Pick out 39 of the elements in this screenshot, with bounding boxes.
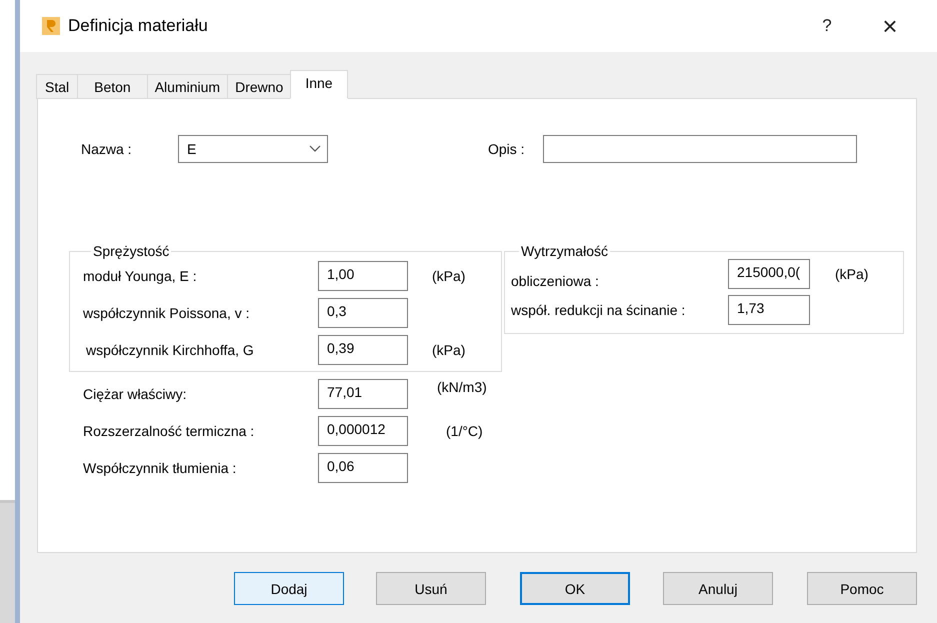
value-field[interactable]: 215000,0(	[728, 259, 810, 289]
chevron-down-icon	[309, 145, 321, 153]
field-label: współ. redukcji na ścinanie :	[511, 302, 686, 318]
unit-label: (kPa)	[432, 268, 466, 284]
dialog-button[interactable]: Pomoc	[807, 572, 917, 605]
field-label: moduł Younga, E :	[83, 268, 198, 284]
value-field[interactable]: 77,01	[318, 379, 408, 409]
value-field[interactable]: 1,00	[318, 261, 408, 291]
field-label: współczynnik Kirchhoffa, G	[85, 342, 255, 358]
dialog-button[interactable]: Dodaj	[234, 572, 344, 605]
field-label: współczynnik Poissona, v :	[83, 305, 251, 321]
dialog-button[interactable]: OK	[520, 572, 630, 605]
dialog-button[interactable]: Usuń	[376, 572, 486, 605]
field-label: Współczynnik tłumienia :	[83, 460, 238, 476]
group-title: Sprężystość	[92, 243, 170, 259]
tab[interactable]: Inne	[290, 70, 348, 99]
window-title: Definicja materiału	[68, 16, 209, 36]
close-button[interactable]: ×	[865, 10, 915, 42]
value-field[interactable]: 0,06	[318, 453, 408, 483]
field-label: Rozszerzalność termiczna :	[83, 423, 256, 439]
value-field[interactable]: 0,3	[318, 298, 408, 328]
value-field[interactable]: 1,73	[728, 295, 810, 325]
group-title: Wytrzymałość	[520, 243, 609, 259]
value-field[interactable]: 0,39	[318, 335, 408, 365]
unit-label: (kPa)	[432, 342, 466, 358]
dialog-button[interactable]: Anuluj	[663, 572, 773, 605]
value-field[interactable]: 0,000012	[318, 416, 408, 446]
unit-label: (kN/m3)	[437, 379, 487, 395]
description-field[interactable]	[543, 135, 857, 163]
name-label: Nazwa :	[81, 141, 133, 157]
field-label: Ciężar właściwy:	[83, 386, 188, 402]
unit-label: (1/°C)	[446, 423, 483, 439]
field-label: obliczeniowa :	[511, 273, 600, 289]
name-dropdown[interactable]: E	[178, 135, 328, 163]
help-button[interactable]: ?	[797, 16, 857, 36]
unit-label: (kPa)	[835, 266, 868, 282]
app-logo-icon	[42, 17, 60, 35]
tab[interactable]: Stal	[36, 74, 78, 99]
description-label: Opis :	[488, 141, 526, 157]
